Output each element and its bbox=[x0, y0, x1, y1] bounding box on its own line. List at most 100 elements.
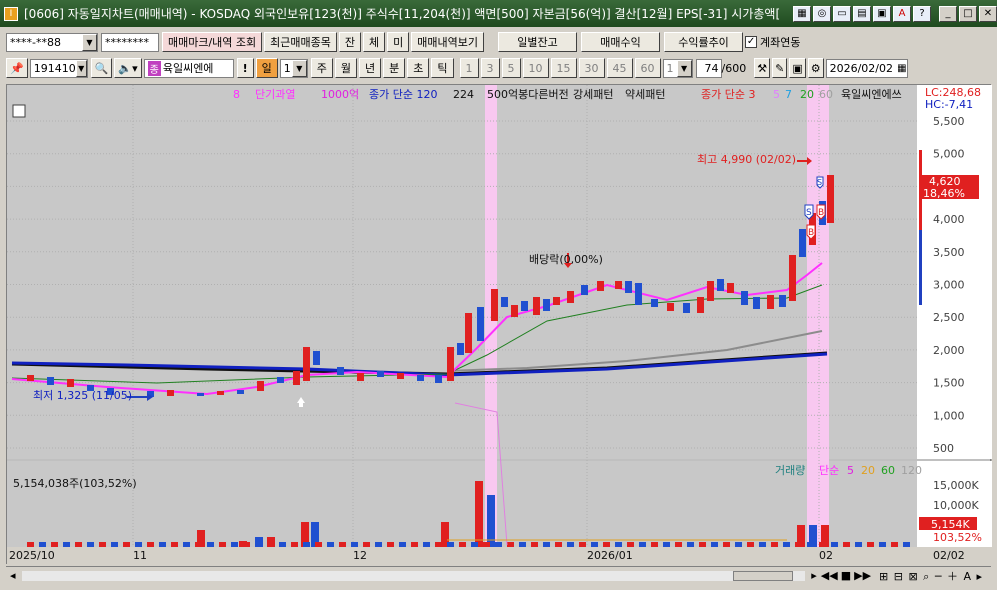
speaker-icon[interactable]: 🔈▾ bbox=[114, 58, 142, 78]
pin-icon[interactable]: 📌 bbox=[6, 58, 28, 78]
trade-profit-button[interactable]: 매매수익 bbox=[581, 32, 661, 52]
candle bbox=[477, 307, 484, 341]
password-field[interactable]: ******** bbox=[101, 32, 159, 52]
chart-area[interactable]: 5,5005,0004,5004,0003,5003,0002,5002,000… bbox=[6, 84, 992, 565]
legend-weak[interactable]: 약세패턴 bbox=[625, 87, 665, 101]
disk-icon[interactable]: ▣ bbox=[789, 58, 806, 78]
grid-toggle-icon[interactable] bbox=[12, 104, 26, 118]
legend-500[interactable]: 500억봉다른버전 bbox=[487, 88, 569, 101]
num-button-15[interactable]: 15 bbox=[550, 58, 577, 78]
candle bbox=[501, 297, 508, 307]
trade-mark-button[interactable]: 매매마크/내역 조회 bbox=[162, 32, 263, 52]
legend-224[interactable]: 224 bbox=[453, 88, 474, 101]
account-field[interactable]: ****-**88 ▼ bbox=[6, 32, 98, 52]
period-week-button[interactable]: 주 bbox=[310, 58, 333, 78]
scroll-right-icon[interactable]: ▸ bbox=[811, 569, 817, 582]
unfilled-button[interactable]: 미 bbox=[387, 32, 410, 52]
alert-button[interactable]: ! bbox=[236, 58, 254, 78]
stock-name-field[interactable]: 종 육일씨엔에 bbox=[143, 58, 234, 78]
count-field[interactable]: 74 bbox=[695, 58, 722, 78]
legend-ma7[interactable]: 7 bbox=[785, 88, 792, 101]
period-second-button[interactable]: 초 bbox=[407, 58, 430, 78]
save-icon[interactable]: ▣ bbox=[873, 5, 891, 22]
legend-ma5[interactable]: 5 bbox=[773, 88, 780, 101]
chevron-down-icon[interactable]: ▼ bbox=[82, 33, 97, 51]
candle bbox=[635, 283, 642, 305]
vol-legend-120[interactable]: 120 bbox=[901, 464, 922, 477]
buy-marker[interactable]: B bbox=[806, 224, 816, 240]
date-field[interactable]: 2026/02/02 ▦ bbox=[825, 58, 908, 78]
num-button-3[interactable]: 3 bbox=[480, 58, 500, 78]
screen-icon[interactable]: ▭ bbox=[833, 5, 851, 22]
num-button-5[interactable]: 5 bbox=[501, 58, 521, 78]
tools-icons[interactable]: ⊞ ⊟ ⊠ ⌕ ─ ＋ A ▸ bbox=[879, 568, 983, 584]
period-num-field[interactable]: 1 ▼ bbox=[279, 58, 308, 78]
legend-strong[interactable]: 강세패턴 bbox=[573, 88, 613, 101]
candle bbox=[651, 299, 658, 307]
period-year-button[interactable]: 년 bbox=[359, 58, 382, 78]
vol-legend-60[interactable]: 60 bbox=[881, 464, 895, 477]
balance-button[interactable]: 잔 bbox=[338, 32, 362, 52]
legend-1000[interactable]: 1000억 bbox=[321, 88, 359, 101]
vol-legend-20[interactable]: 20 bbox=[861, 464, 875, 477]
legend-stock-name[interactable]: 육일씨엔에쓰 bbox=[841, 87, 902, 101]
period-day-button[interactable]: 일 bbox=[255, 58, 278, 78]
period-month-button[interactable]: 월 bbox=[334, 58, 358, 78]
num-select[interactable]: 1 ▼ bbox=[662, 58, 693, 78]
scroll-thumb[interactable] bbox=[733, 570, 794, 581]
volume-bar bbox=[411, 542, 418, 547]
play-icon[interactable]: ▶▶ bbox=[854, 569, 871, 582]
num-button-10[interactable]: 10 bbox=[522, 58, 549, 78]
code-field[interactable]: 191410 ▼ bbox=[29, 58, 88, 78]
price-axis-label: 4,000 bbox=[933, 213, 965, 226]
profit-trend-button[interactable]: 수익률추이 bbox=[664, 32, 744, 52]
legend-ma20[interactable]: 20 bbox=[800, 88, 814, 101]
legend-ma3[interactable]: 종가 단순 3 bbox=[701, 88, 755, 101]
vol-legend-simple[interactable]: 단순 bbox=[819, 464, 839, 477]
pen-icon[interactable]: A bbox=[893, 5, 911, 22]
draw-icon[interactable]: ✎ bbox=[772, 58, 788, 78]
search-icon[interactable]: 🔍 bbox=[90, 58, 113, 78]
minimize-button[interactable]: _ bbox=[939, 5, 957, 22]
maximize-button[interactable]: □ bbox=[959, 5, 977, 22]
recent-trades-button[interactable]: 최근매매종목 bbox=[264, 32, 337, 52]
account-link-checkbox[interactable]: ✓ bbox=[745, 36, 758, 48]
trade-view-button[interactable]: 매매내역보기 bbox=[411, 32, 485, 52]
calendar-icon[interactable]: ▦ bbox=[897, 63, 906, 74]
buy-marker[interactable]: B bbox=[816, 204, 826, 220]
legend-ma120[interactable]: 종가 단순 120 bbox=[369, 88, 437, 101]
vol-legend-5[interactable]: 5 bbox=[847, 464, 854, 477]
stop-icon[interactable]: ■ bbox=[841, 569, 851, 582]
sell-marker[interactable]: S bbox=[816, 176, 824, 189]
scroll-bar[interactable]: ◂ ▸ ◀◀ ■ ▶▶ ⊞ ⊟ ⊠ ⌕ ─ ＋ A ▸ bbox=[6, 566, 991, 584]
scroll-left-icon[interactable]: ◂ bbox=[10, 569, 16, 582]
link-icon[interactable]: ◎ bbox=[813, 5, 831, 22]
chevron-down-icon[interactable]: ▼ bbox=[291, 59, 307, 77]
volume-bar bbox=[579, 542, 586, 547]
period-tick-button[interactable]: 틱 bbox=[431, 58, 454, 78]
tool-icon[interactable]: ⚒ bbox=[754, 58, 771, 78]
print-icon[interactable]: ▤ bbox=[853, 5, 871, 22]
gear-icon[interactable]: ⚙ bbox=[807, 58, 824, 78]
num-button-1[interactable]: 1 bbox=[459, 58, 479, 78]
layout-icon[interactable]: ▦ bbox=[793, 5, 811, 22]
help-icon[interactable]: ? bbox=[913, 5, 931, 22]
chevron-down-icon[interactable]: ▼ bbox=[75, 59, 87, 77]
daily-balance-button[interactable]: 일별잔고 bbox=[498, 32, 578, 52]
num-button-60[interactable]: 60 bbox=[634, 58, 661, 78]
period-minute-button[interactable]: 분 bbox=[383, 58, 406, 78]
legend-ma60[interactable]: 60 bbox=[819, 88, 833, 101]
volume-bar bbox=[471, 542, 478, 547]
num-button-45[interactable]: 45 bbox=[606, 58, 633, 78]
chevron-down-icon[interactable]: ▼ bbox=[676, 59, 692, 77]
sell-marker[interactable]: S bbox=[804, 204, 814, 220]
close-button[interactable]: ✕ bbox=[979, 5, 997, 22]
step-back-icon[interactable]: ◀◀ bbox=[821, 569, 838, 582]
executed-button[interactable]: 체 bbox=[363, 32, 386, 52]
scroll-track[interactable] bbox=[21, 570, 806, 581]
volume-bar bbox=[855, 542, 862, 547]
legend-overheat[interactable]: 단기과열 bbox=[255, 88, 295, 101]
legend-8[interactable]: 8 bbox=[233, 88, 240, 101]
num-button-30[interactable]: 30 bbox=[578, 58, 605, 78]
vol-legend-volume[interactable]: 거래량 bbox=[775, 464, 805, 477]
